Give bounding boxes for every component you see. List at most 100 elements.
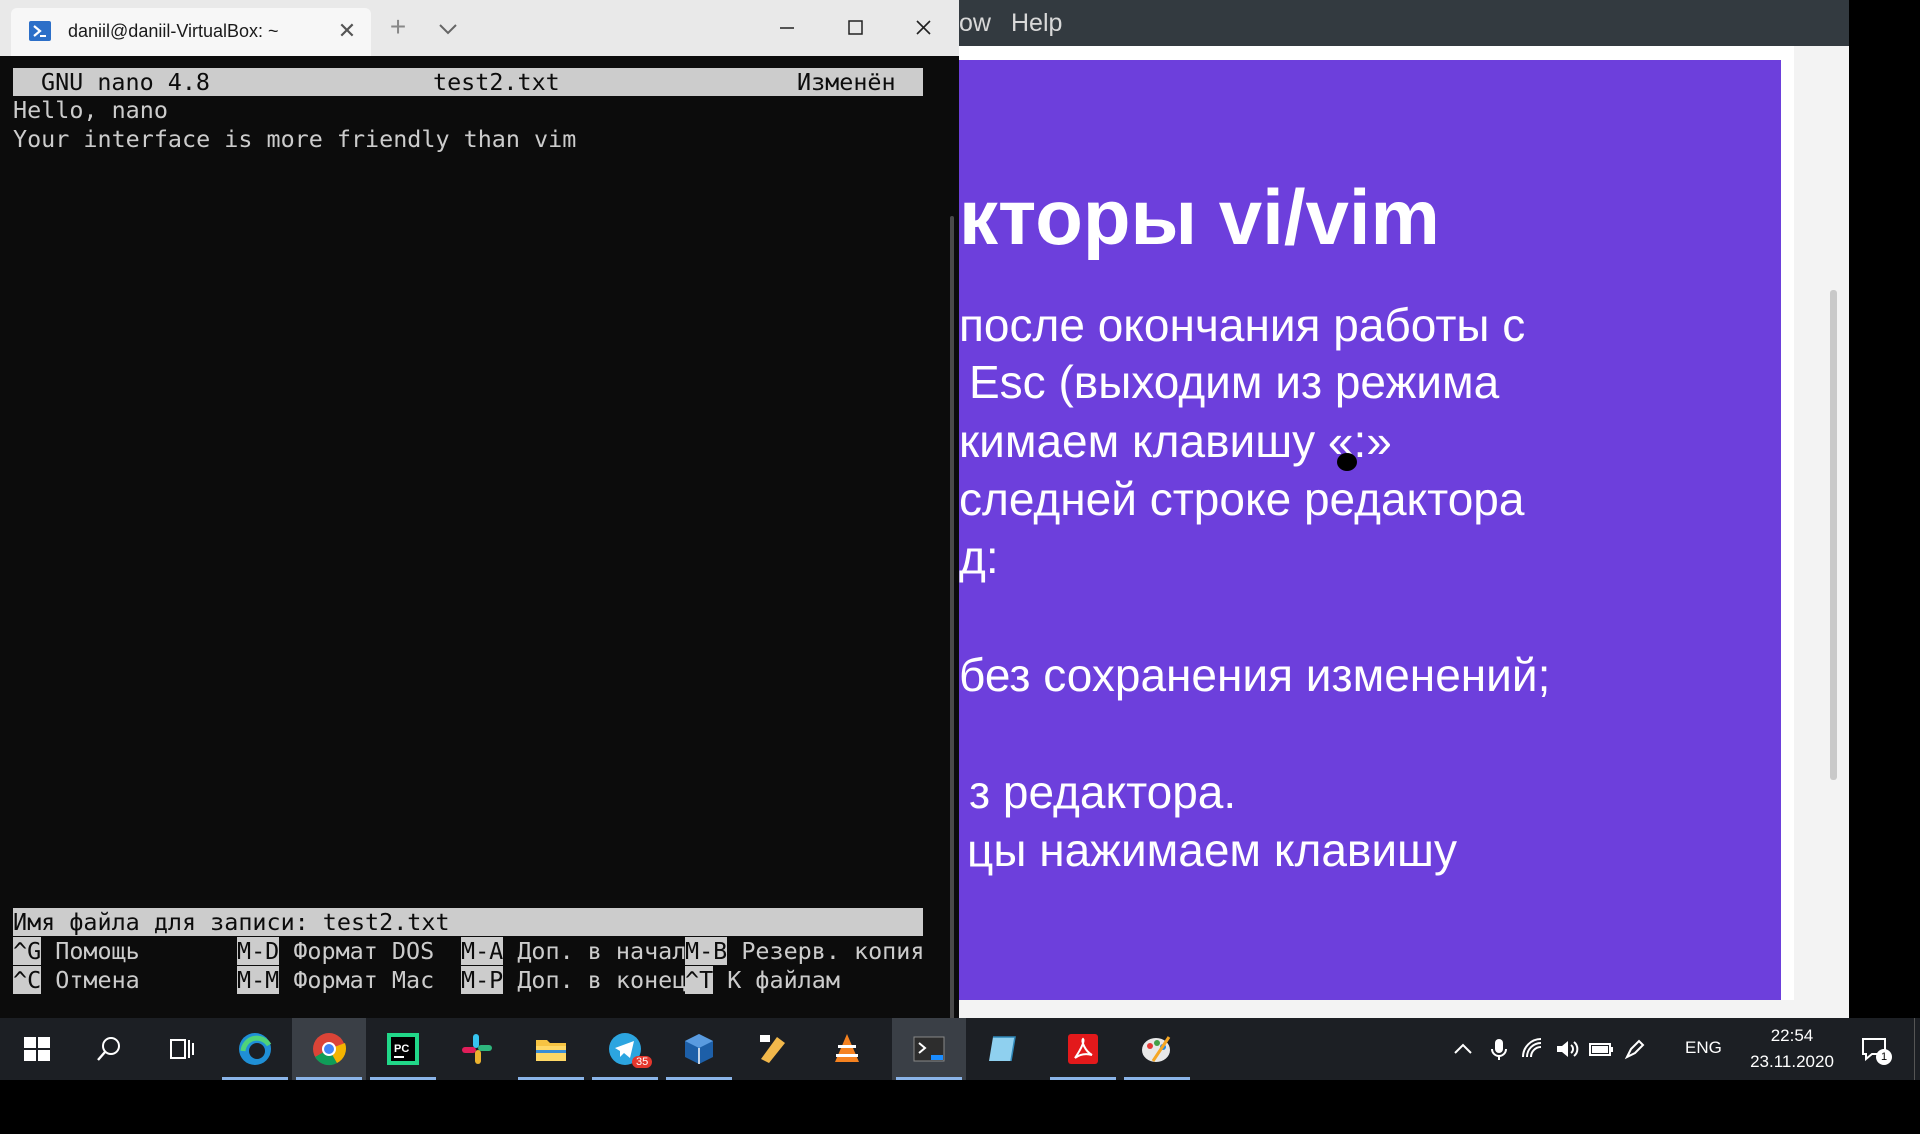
presentation-slide: кторы vi/vim после окончания работы с Es… — [959, 60, 1781, 1000]
shortcut-row: ^G Помощь M-D Формат DOS M-A Доп. в нача… — [13, 937, 924, 965]
terminal-scrollbar[interactable] — [950, 216, 954, 1046]
battery-icon[interactable] — [1588, 1036, 1614, 1062]
pycharm-icon: PC — [387, 1033, 419, 1065]
shortcut-label: Доп. в начал — [503, 937, 687, 965]
nano-header: GNU nano 4.8 test2.txt Изменён — [13, 68, 923, 96]
terminal-icon — [913, 1036, 945, 1062]
acrobat-icon — [1068, 1034, 1098, 1064]
volume-icon[interactable] — [1554, 1036, 1580, 1062]
clock-time[interactable]: 22:54 — [1742, 1026, 1842, 1046]
video-menubar: ow Help — [959, 0, 1849, 46]
shortcut-key: M-D — [237, 937, 280, 965]
notepad-button[interactable] — [966, 1018, 1040, 1080]
taskbar: PC 35 ENG 22:54 23.11.2020 1 — [0, 1018, 1920, 1080]
notification-count: 1 — [1876, 1049, 1892, 1065]
slide-text-line: цы нажимаем клавишу — [967, 824, 1457, 876]
video-scrollbar[interactable] — [1830, 290, 1837, 780]
maximize-button[interactable] — [832, 8, 878, 48]
video-player[interactable]: ow Help кторы vi/vim после окончания раб… — [959, 0, 1920, 1018]
close-button[interactable] — [900, 8, 946, 48]
nano-app-version: GNU nano 4.8 — [41, 68, 210, 96]
pen-icon[interactable] — [1622, 1036, 1648, 1062]
search-icon — [97, 1037, 120, 1061]
microphone-icon[interactable] — [1486, 1036, 1512, 1062]
search-button[interactable] — [72, 1018, 146, 1080]
app-button[interactable] — [736, 1018, 810, 1080]
menu-window[interactable]: ow — [959, 9, 991, 38]
chrome-icon — [313, 1033, 347, 1066]
clock-date[interactable]: 23.11.2020 — [1742, 1052, 1842, 1072]
task-view-icon — [170, 1039, 194, 1059]
slide-text-line: кимаем клавишу «:» — [959, 415, 1392, 467]
new-tab-button[interactable]: + — [384, 13, 412, 42]
task-view-button[interactable] — [144, 1018, 218, 1080]
nano-file-name: test2.txt — [433, 68, 560, 96]
save-prompt[interactable]: Имя файла для записи: test2.txt — [13, 908, 923, 936]
shortcut-key: ^G — [13, 937, 42, 965]
minimize-button[interactable] — [764, 8, 810, 48]
terminal-tab[interactable]: daniil@daniil-VirtualBox: ~ ✕ — [11, 8, 371, 56]
editor-line[interactable]: Hello, nano — [13, 96, 168, 124]
wifi-icon[interactable] — [1520, 1036, 1546, 1062]
slack-icon — [462, 1034, 492, 1064]
slide-text-line: з редактора. — [969, 766, 1237, 818]
video-bottom-edge — [959, 1000, 1794, 1018]
slide-text-line: Esc (выходим из режима — [969, 356, 1500, 408]
vlc-icon — [835, 1034, 859, 1062]
mouse-cursor — [1337, 453, 1357, 471]
chevron-up-icon[interactable] — [1450, 1036, 1476, 1062]
shortcut-key: M-P — [461, 966, 504, 994]
start-button[interactable] — [0, 1018, 74, 1080]
show-desktop-button[interactable] — [1914, 1018, 1920, 1080]
file-explorer-icon — [536, 1040, 566, 1061]
slide-text-line: д: — [959, 531, 999, 583]
file-explorer-button[interactable] — [514, 1018, 588, 1080]
svg-text:PC: PC — [394, 1043, 409, 1055]
shortcut-key: M-A — [461, 937, 504, 965]
nano-status: Изменён — [797, 68, 896, 96]
slack-button[interactable] — [440, 1018, 514, 1080]
slide-title: кторы vi/vim — [959, 173, 1440, 261]
tab-title: daniil@daniil-VirtualBox: ~ — [68, 21, 279, 41]
tab-close-icon[interactable]: ✕ — [335, 19, 359, 43]
acrobat-button[interactable] — [1046, 1018, 1120, 1080]
edge-button[interactable] — [218, 1018, 292, 1080]
terminal-titlebar[interactable]: daniil@daniil-VirtualBox: ~ ✕ + — [0, 0, 959, 56]
app-icon — [760, 1035, 785, 1063]
chevron-down-icon[interactable] — [434, 16, 462, 42]
shortcut-label: К файлам — [713, 966, 840, 994]
language-indicator[interactable]: ENG — [1685, 1038, 1722, 1058]
shortcut-label: Доп. в конец — [503, 966, 687, 994]
video-frame-edge — [1794, 46, 1849, 1018]
shortcut-label: Формат Mac — [279, 966, 435, 994]
terminal-screen[interactable]: GNU nano 4.8 test2.txt Изменён Hello, na… — [0, 56, 954, 1046]
chrome-button[interactable] — [292, 1018, 366, 1080]
shortcut-key: ^T — [685, 966, 714, 994]
shortcut-label: Резерв. копия — [727, 937, 925, 965]
shortcut-label: Помощь — [41, 937, 140, 965]
terminal-button[interactable] — [892, 1018, 966, 1080]
notepad-icon — [989, 1036, 1016, 1062]
menu-help[interactable]: Help — [1011, 9, 1062, 38]
virtualbox-button[interactable] — [662, 1018, 736, 1080]
shortcut-key: M-B — [685, 937, 728, 965]
powershell-icon — [29, 21, 51, 41]
shortcut-label: Отмена — [41, 966, 140, 994]
vlc-button[interactable] — [810, 1018, 884, 1080]
shortcut-label: Формат DOS — [279, 937, 435, 965]
shortcut-key: ^C — [13, 966, 42, 994]
paint-button[interactable] — [1120, 1018, 1194, 1080]
paint-icon — [1142, 1036, 1171, 1062]
slide-text-line: после окончания работы с — [959, 299, 1526, 351]
system-tray: ENG 22:54 23.11.2020 1 — [1450, 1018, 1920, 1080]
video-letterbox — [1849, 0, 1920, 1018]
shortcut-row: ^C Отмена M-M Формат Mac M-P Доп. в коне… — [13, 966, 840, 994]
editor-line[interactable]: Your interface is more friendly than vim — [13, 125, 576, 153]
virtualbox-icon — [685, 1034, 713, 1064]
telegram-button[interactable]: 35 — [588, 1018, 662, 1080]
edge-icon — [239, 1033, 272, 1065]
pycharm-button[interactable]: PC — [366, 1018, 440, 1080]
notification-button[interactable]: 1 — [1860, 1034, 1892, 1065]
slide-text-line: следней строке редактора — [959, 473, 1525, 525]
terminal-window: daniil@daniil-VirtualBox: ~ ✕ + GNU nano… — [0, 0, 959, 1046]
